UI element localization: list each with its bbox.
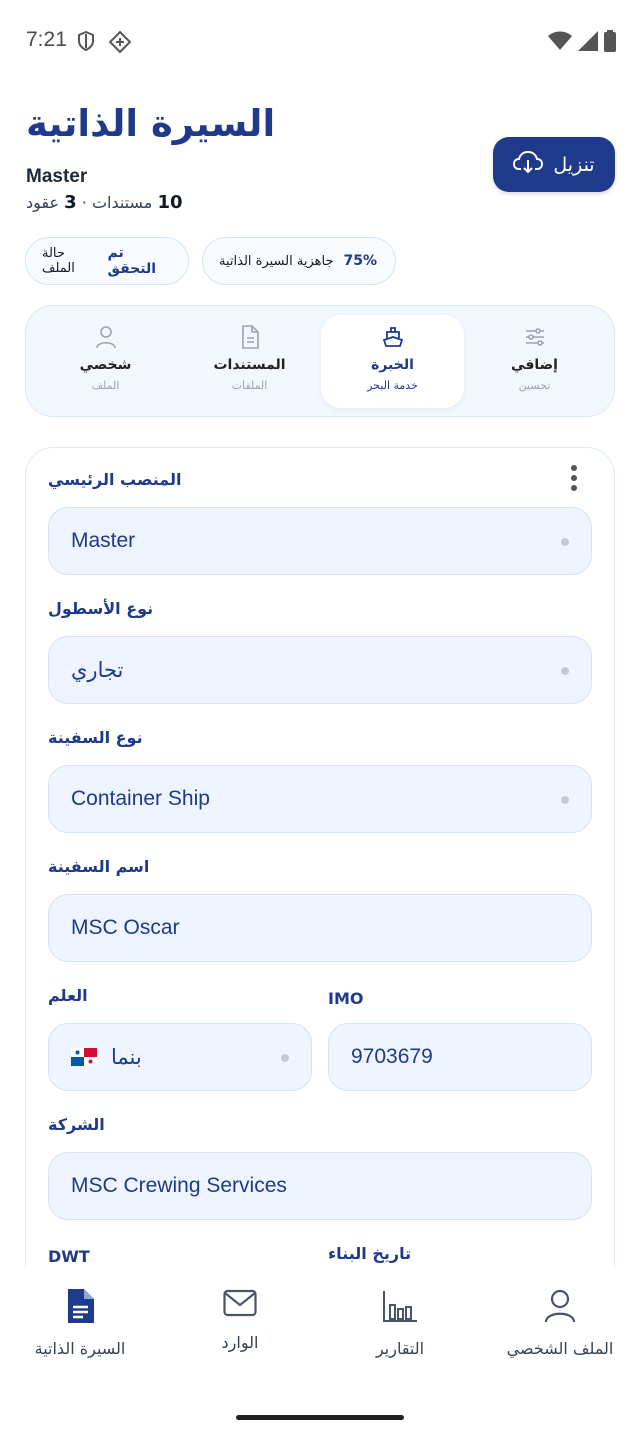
- contracts-count: 3: [64, 192, 77, 213]
- counts-separator: ·: [81, 193, 87, 212]
- tab-label: المستندات: [213, 357, 286, 373]
- document-icon: [240, 325, 260, 353]
- shield-icon: [76, 30, 96, 56]
- readiness-label: جاهزية السيرة الذاتية: [219, 253, 334, 269]
- bottom-navigation: السيرة الذاتية الوارد التقارير الملف الش…: [0, 1267, 640, 1437]
- nav-label: الوارد: [221, 1333, 259, 1352]
- nav-cv[interactable]: السيرة الذاتية: [0, 1289, 160, 1358]
- nav-profile[interactable]: الملف الشخصي: [480, 1289, 640, 1358]
- profile-icon: [544, 1289, 576, 1327]
- experience-card: المنصب الرئيسي Master نوع الأسطول تجاري …: [25, 447, 615, 1307]
- tab-experience[interactable]: الخبرة خدمة البحر: [321, 315, 464, 408]
- vessel-name-input[interactable]: MSC Oscar: [48, 894, 592, 962]
- imo-input[interactable]: 9703679: [328, 1023, 592, 1091]
- fleet-type-select[interactable]: تجاري: [48, 636, 592, 704]
- tab-sublabel: خدمة البحر: [367, 379, 418, 392]
- sliders-icon: [523, 325, 547, 353]
- rank-label: Master: [26, 166, 88, 187]
- main-position-value: Master: [71, 529, 136, 552]
- signal-icon: [578, 31, 598, 55]
- file-status-value: تم التحقق: [107, 245, 157, 277]
- ship-icon: [381, 325, 405, 353]
- cloud-download-icon: [513, 150, 544, 179]
- vessel-type-label: نوع السفينة: [48, 728, 143, 747]
- flag-select[interactable]: بنما: [48, 1023, 312, 1091]
- main-position-label: المنصب الرئيسي: [48, 470, 182, 489]
- tab-sublabel: الملفات: [231, 379, 268, 392]
- diamond-grid-icon: [108, 30, 132, 58]
- vessel-type-value: Container Ship: [71, 787, 210, 810]
- person-icon: [95, 325, 117, 353]
- section-tabs: شخصي الملف المستندات الملفات الخبرة خدمة…: [25, 305, 615, 417]
- document-counts: 10 مستندات · 3 عقود: [26, 192, 183, 213]
- readiness-value: 75%: [343, 253, 377, 269]
- main-position-select[interactable]: Master: [48, 507, 592, 575]
- tab-label: شخصي: [79, 357, 132, 373]
- download-button[interactable]: تنزيل: [493, 137, 615, 192]
- build-date-label: تاريخ البناء: [328, 1244, 412, 1263]
- dropdown-dot-icon: [561, 667, 569, 675]
- tab-label: إضافي: [511, 357, 558, 373]
- vessel-name-label: اسم السفينة: [48, 857, 150, 876]
- bar-chart-icon: [382, 1289, 418, 1327]
- tab-personal[interactable]: شخصي الملف: [34, 315, 177, 408]
- dropdown-dot-icon: [281, 1054, 289, 1062]
- imo-label: IMO: [328, 989, 364, 1008]
- nav-reports[interactable]: التقارير: [320, 1289, 480, 1358]
- file-status-chip: حالة الملف تم التحقق: [25, 237, 189, 285]
- nav-label: التقارير: [375, 1339, 425, 1358]
- tab-additional[interactable]: إضافي تحسين: [463, 315, 606, 408]
- mail-icon: [223, 1289, 257, 1321]
- dropdown-dot-icon: [561, 796, 569, 804]
- fleet-type-label: نوع الأسطول: [48, 599, 154, 618]
- nav-label: الملف الشخصي: [506, 1339, 614, 1358]
- flag-value: بنما: [111, 1045, 142, 1069]
- dwt-label: DWT: [48, 1247, 90, 1266]
- tab-label: الخبرة: [371, 357, 414, 373]
- wifi-icon: [548, 31, 572, 55]
- nav-label: السيرة الذاتية: [34, 1339, 126, 1358]
- home-indicator[interactable]: [236, 1415, 404, 1420]
- dropdown-dot-icon: [561, 538, 569, 546]
- flag-label: العلم: [48, 986, 88, 1005]
- tab-sublabel: تحسين: [518, 379, 551, 392]
- file-status-label: حالة الملف: [42, 246, 75, 276]
- readiness-chip: جاهزية السيرة الذاتية 75%: [202, 237, 396, 285]
- documents-count: 10: [157, 192, 183, 213]
- page-title: السيرة الذاتية: [26, 102, 276, 145]
- vessel-name-value: MSC Oscar: [71, 916, 180, 939]
- panama-flag-icon: [71, 1048, 97, 1066]
- company-input[interactable]: MSC Crewing Services: [48, 1152, 592, 1220]
- fleet-type-value: تجاري: [71, 658, 124, 682]
- cv-document-icon: [66, 1289, 94, 1327]
- battery-icon: [604, 30, 616, 56]
- imo-value: 9703679: [351, 1045, 433, 1068]
- download-label: تنزيل: [553, 153, 595, 176]
- nav-inbox[interactable]: الوارد: [160, 1289, 320, 1352]
- status-time: 7:21: [26, 28, 67, 51]
- contracts-label: عقود: [26, 193, 60, 212]
- more-options-icon[interactable]: [570, 464, 578, 496]
- status-bar: 7:21: [0, 0, 640, 84]
- documents-label: مستندات: [91, 193, 153, 212]
- vessel-type-select[interactable]: Container Ship: [48, 765, 592, 833]
- company-label: الشركة: [48, 1115, 105, 1134]
- tab-sublabel: الملف: [91, 379, 120, 392]
- tab-documents[interactable]: المستندات الملفات: [178, 315, 321, 408]
- company-value: MSC Crewing Services: [71, 1174, 287, 1197]
